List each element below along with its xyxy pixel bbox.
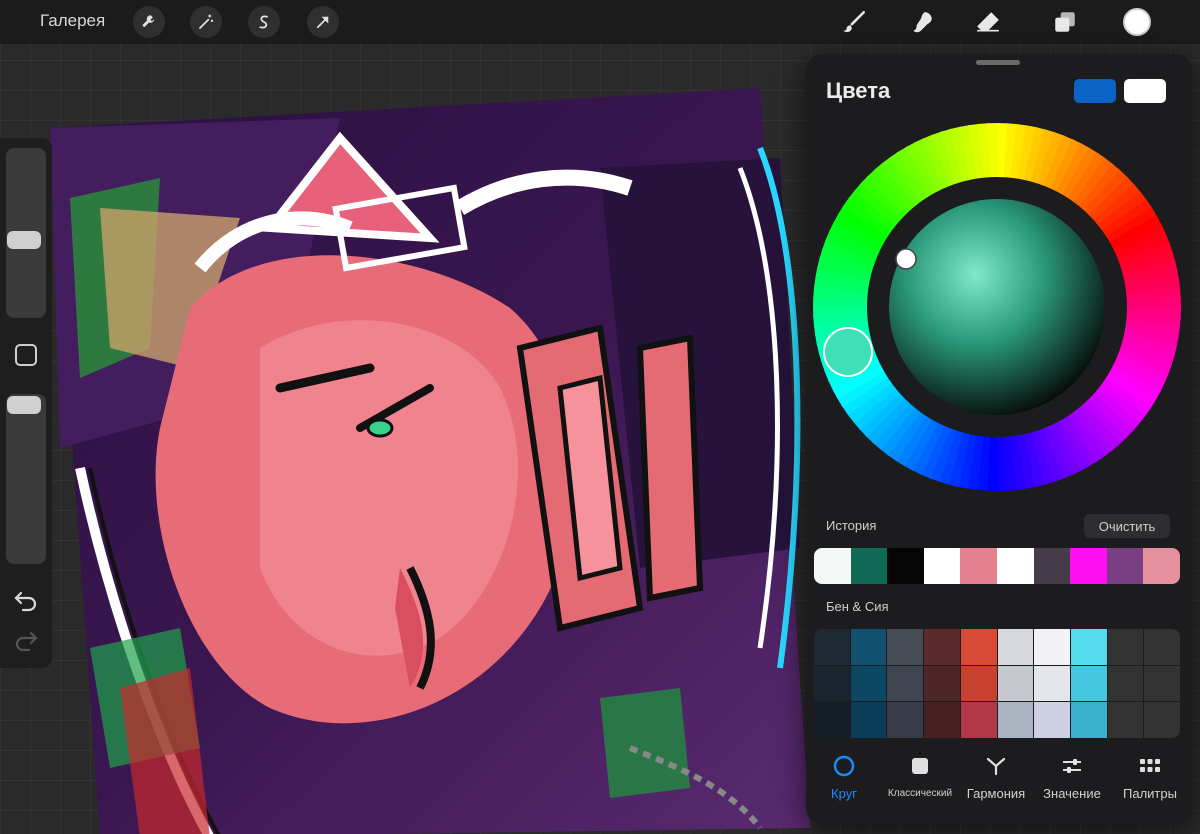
palette-swatch[interactable] [997,629,1034,665]
saturation-disc [889,199,1105,415]
wrench-icon[interactable] [133,6,165,38]
palette-swatch[interactable] [1070,702,1107,738]
undo-icon[interactable] [13,588,39,612]
color-mode-tabs: Круг Классический Гармония Значение Пали… [806,754,1192,814]
palette-swatch[interactable] [1144,665,1180,702]
sliders-icon [1034,754,1110,778]
primary-color-swatch[interactable] [1074,79,1116,103]
redo-icon[interactable] [13,628,39,652]
colors-panel: Цвета История Очистить Бен & Сия Круг Кл… [806,54,1192,824]
harmony-icon [958,754,1034,778]
history-swatch[interactable] [814,548,851,584]
palette-swatch[interactable] [960,665,997,702]
opacity-handle[interactable] [7,396,41,414]
tab-label: Круг [831,786,857,801]
smudge-icon[interactable] [906,6,938,38]
tab-disc[interactable]: Круг [806,754,882,801]
palette-swatch[interactable] [924,629,960,665]
palette-swatch[interactable] [1034,629,1070,665]
brush-size-handle[interactable] [7,231,41,249]
palette-swatch[interactable] [887,665,924,702]
palette-swatch[interactable] [1034,665,1070,702]
saturation-handle [895,248,917,270]
palette-swatch[interactable] [997,702,1034,738]
panel-grabber[interactable] [976,60,1020,65]
modify-square-button[interactable] [15,344,37,366]
palette-swatch[interactable] [960,702,997,738]
palette-swatch[interactable] [960,629,997,665]
palette-swatch[interactable] [1107,665,1144,702]
history-swatch[interactable] [850,548,888,584]
grid-icon [1112,754,1188,778]
left-sidebar [0,138,52,668]
brush-icon[interactable] [838,6,870,38]
tab-value[interactable]: Значение [1034,754,1110,801]
palette-swatch[interactable] [814,702,850,738]
color-wheel[interactable] [812,122,1182,492]
palette-swatch[interactable] [887,629,924,665]
palette-swatch[interactable] [814,665,850,702]
palette-swatch[interactable] [850,702,887,738]
top-toolbar: Галерея [0,0,1200,44]
palette-swatch[interactable] [1107,702,1144,738]
history-colors [814,548,1180,584]
eraser-icon[interactable] [972,6,1004,38]
square-icon [882,754,958,778]
palette-name: Бен & Сия [826,599,889,614]
tab-harmony[interactable]: Гармония [958,754,1034,801]
magic-wand-icon[interactable] [190,6,222,38]
history-swatch[interactable] [923,548,961,584]
palette-swatch[interactable] [1070,665,1107,702]
palette-swatch[interactable] [850,665,887,702]
palette-swatch[interactable] [850,629,887,665]
palette-swatch[interactable] [1144,629,1180,665]
history-swatch[interactable] [887,548,924,584]
selection-icon[interactable] [248,6,280,38]
palette-swatch[interactable] [1144,702,1180,738]
tab-palettes[interactable]: Палитры [1112,754,1188,801]
palette-swatch[interactable] [924,702,960,738]
history-swatch[interactable] [1143,548,1180,584]
history-swatch[interactable] [1106,548,1144,584]
history-label: История [826,518,877,533]
hue-handle [823,327,873,377]
tab-label: Палитры [1123,786,1177,801]
palette-swatch[interactable] [1070,629,1107,665]
palette-swatch[interactable] [887,702,924,738]
current-color-button[interactable] [1123,8,1151,36]
palette-swatch[interactable] [814,629,850,665]
secondary-color-swatch[interactable] [1124,79,1166,103]
transform-arrow-icon[interactable] [307,6,339,38]
canvas-artwork[interactable] [40,48,830,834]
palette-swatch[interactable] [1107,629,1144,665]
tab-label: Классический [887,788,953,799]
opacity-slider[interactable] [6,394,46,564]
history-swatch[interactable] [1033,548,1071,584]
panel-title: Цвета [826,78,891,103]
palette-swatch[interactable] [997,665,1034,702]
gallery-button[interactable]: Галерея [40,11,105,31]
layers-icon[interactable] [1049,6,1081,38]
palette-grid [814,629,1180,738]
clear-history-button[interactable]: Очистить [1084,514,1170,538]
history-swatch[interactable] [960,548,997,584]
palette-swatch[interactable] [924,665,960,702]
tab-classic[interactable]: Классический [882,754,958,799]
tab-label: Гармония [966,786,1026,801]
history-swatch[interactable] [1070,548,1107,584]
palette-swatch[interactable] [1034,702,1070,738]
circle-icon [806,754,882,778]
tab-label: Значение [1043,786,1101,801]
history-swatch[interactable] [996,548,1034,584]
